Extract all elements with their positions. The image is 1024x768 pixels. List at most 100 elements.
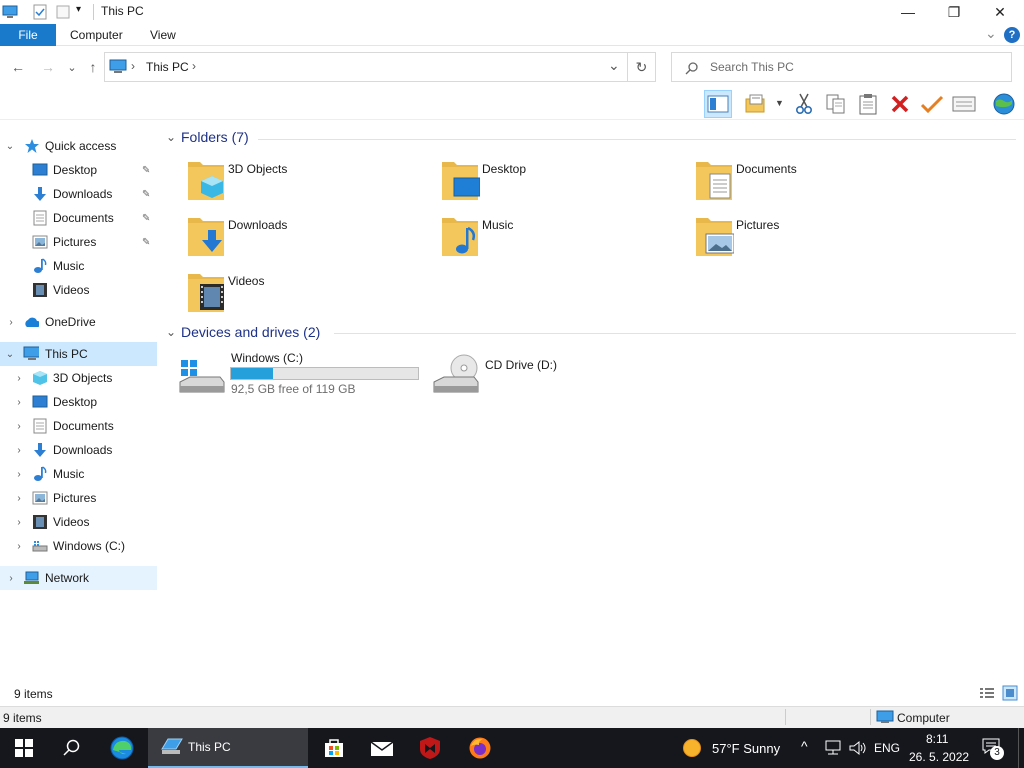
notification-center-button[interactable]: 3: [980, 736, 1004, 760]
nav-onedrive[interactable]: › OneDrive: [0, 310, 157, 334]
paste-button[interactable]: [854, 90, 882, 118]
nav-pc-windows-c[interactable]: › Windows (C:): [0, 534, 157, 558]
nav-pc-desktop[interactable]: › Desktop: [0, 390, 157, 414]
folder-tile-desktop[interactable]: Desktop: [436, 158, 686, 208]
forward-button[interactable]: →: [38, 57, 58, 77]
folder-tile-pictures[interactable]: Pictures: [690, 214, 940, 264]
search-box[interactable]: [671, 52, 1012, 82]
ribbon-collapse-icon[interactable]: ⌄: [985, 25, 997, 42]
folder-tile-downloads[interactable]: Downloads: [182, 214, 432, 264]
tray-overflow-icon[interactable]: ^: [801, 738, 808, 754]
breadcrumb-separator[interactable]: ›: [131, 59, 135, 73]
folder-tile-videos[interactable]: Videos: [182, 270, 432, 320]
nav-quick-documents[interactable]: Documents ✎: [0, 206, 157, 230]
search-input[interactable]: [710, 58, 1000, 76]
folder-tile-documents[interactable]: Documents: [690, 158, 940, 208]
expand-chevron-icon[interactable]: ›: [5, 573, 17, 584]
drives-heading[interactable]: Devices and drives (2): [181, 324, 320, 340]
nav-quick-videos[interactable]: Videos: [0, 278, 157, 302]
nav-pc-3d-objects[interactable]: › 3D Objects: [0, 366, 157, 390]
expand-chevron-icon[interactable]: ›: [13, 421, 25, 432]
properties-button[interactable]: [950, 90, 978, 118]
back-button[interactable]: ←: [8, 57, 28, 77]
refresh-button[interactable]: ↻: [628, 52, 656, 82]
new-folder-dropdown-icon[interactable]: ▼: [775, 98, 784, 108]
pin-icon[interactable]: ✎: [142, 237, 150, 248]
nav-pc-videos[interactable]: › Videos: [0, 510, 157, 534]
nav-pc-music[interactable]: › Music: [0, 462, 157, 486]
taskbar-search-button[interactable]: [48, 728, 96, 768]
help-icon[interactable]: ?: [1004, 27, 1020, 43]
expand-chevron-icon[interactable]: ›: [5, 317, 17, 328]
expand-chevron-icon[interactable]: ›: [13, 493, 25, 504]
breadcrumb-this-pc[interactable]: This PC: [146, 60, 189, 74]
nav-quick-pictures[interactable]: Pictures ✎: [0, 230, 157, 254]
tab-file[interactable]: File: [0, 24, 56, 46]
drive-tile-windows-c[interactable]: Windows (C:) 92,5 GB free of 119 GB: [178, 350, 428, 400]
drive-tile-cd-d[interactable]: CD Drive (D:): [432, 350, 682, 400]
edge-taskbar-button[interactable]: [98, 728, 146, 768]
nav-pc-documents[interactable]: › Documents: [0, 414, 157, 438]
expand-chevron-icon[interactable]: ›: [13, 445, 25, 456]
drives-collapse-icon[interactable]: ⌄: [166, 325, 176, 339]
close-button[interactable]: ✕: [977, 0, 1023, 24]
pin-icon[interactable]: ✎: [142, 165, 150, 176]
firefox-taskbar-button[interactable]: [456, 728, 504, 768]
expand-chevron-icon[interactable]: ›: [13, 541, 25, 552]
nav-pc-downloads[interactable]: › Downloads: [0, 438, 157, 462]
weather-sun-icon[interactable]: [678, 728, 706, 768]
large-icons-view-icon[interactable]: [1002, 685, 1018, 701]
nav-quick-desktop[interactable]: Desktop ✎: [0, 158, 157, 182]
expand-chevron-icon[interactable]: ›: [13, 517, 25, 528]
preview-pane-button[interactable]: [704, 90, 732, 118]
nav-pc-pictures[interactable]: › Pictures: [0, 486, 157, 510]
mail-taskbar-button[interactable]: [358, 728, 406, 768]
tab-computer[interactable]: Computer: [56, 24, 137, 46]
expand-chevron-icon[interactable]: ›: [13, 373, 25, 384]
pin-icon[interactable]: ✎: [142, 189, 150, 200]
expand-chevron-icon[interactable]: ›: [13, 469, 25, 480]
weather-label[interactable]: 57°F Sunny: [712, 741, 780, 756]
folders-heading[interactable]: Folders (7): [181, 129, 249, 145]
folders-collapse-icon[interactable]: ⌄: [166, 130, 176, 144]
new-folder-button[interactable]: [742, 90, 770, 118]
breadcrumb-separator[interactable]: ›: [192, 59, 196, 73]
properties-icon[interactable]: [33, 4, 47, 20]
customize-quick-access-icon[interactable]: ▾: [76, 4, 81, 15]
address-dropdown-icon[interactable]: ⌄: [608, 57, 620, 74]
up-button[interactable]: ↑: [83, 57, 103, 77]
nav-network[interactable]: › Network: [0, 566, 157, 590]
clock-date[interactable]: 26. 5. 2022: [909, 750, 969, 764]
details-view-icon[interactable]: [979, 686, 995, 700]
start-button[interactable]: [0, 728, 48, 768]
address-bar[interactable]: › This PC › ⌄: [104, 52, 628, 82]
store-taskbar-button[interactable]: [310, 728, 358, 768]
maximize-button[interactable]: ❐: [931, 0, 977, 24]
copy-button[interactable]: [822, 90, 850, 118]
expand-chevron-icon[interactable]: ⌄: [4, 349, 16, 360]
nav-quick-music[interactable]: Music: [0, 254, 157, 278]
folder-tile-music[interactable]: Music: [436, 214, 686, 264]
expand-chevron-icon[interactable]: ›: [13, 397, 25, 408]
nav-this-pc[interactable]: ⌄ This PC: [0, 342, 157, 366]
file-explorer-taskbar-button[interactable]: This PC: [148, 728, 308, 768]
nav-quick-access[interactable]: ⌄ Quick access: [0, 134, 157, 158]
delete-button[interactable]: [886, 90, 914, 118]
expand-chevron-icon[interactable]: ⌄: [4, 141, 16, 152]
language-indicator[interactable]: ENG: [874, 741, 900, 755]
rename-button[interactable]: [918, 90, 946, 118]
show-desktop-button[interactable]: [1018, 728, 1019, 768]
recent-locations-button[interactable]: ⌄: [62, 57, 82, 77]
clock-time[interactable]: 8:11: [926, 732, 948, 746]
minimize-button[interactable]: —: [885, 0, 931, 24]
nav-quick-downloads[interactable]: Downloads ✎: [0, 182, 157, 206]
cut-button[interactable]: [790, 90, 818, 118]
tab-view[interactable]: View: [136, 24, 190, 46]
network-tray-icon[interactable]: [824, 740, 842, 756]
folder-tile-3d-objects[interactable]: 3D Objects: [182, 158, 432, 208]
this-pc-icon[interactable]: [2, 5, 18, 19]
volume-icon[interactable]: [848, 739, 866, 757]
pin-icon[interactable]: ✎: [142, 213, 150, 224]
mcafee-taskbar-button[interactable]: [406, 728, 454, 768]
new-folder-quick-icon[interactable]: [56, 4, 70, 20]
